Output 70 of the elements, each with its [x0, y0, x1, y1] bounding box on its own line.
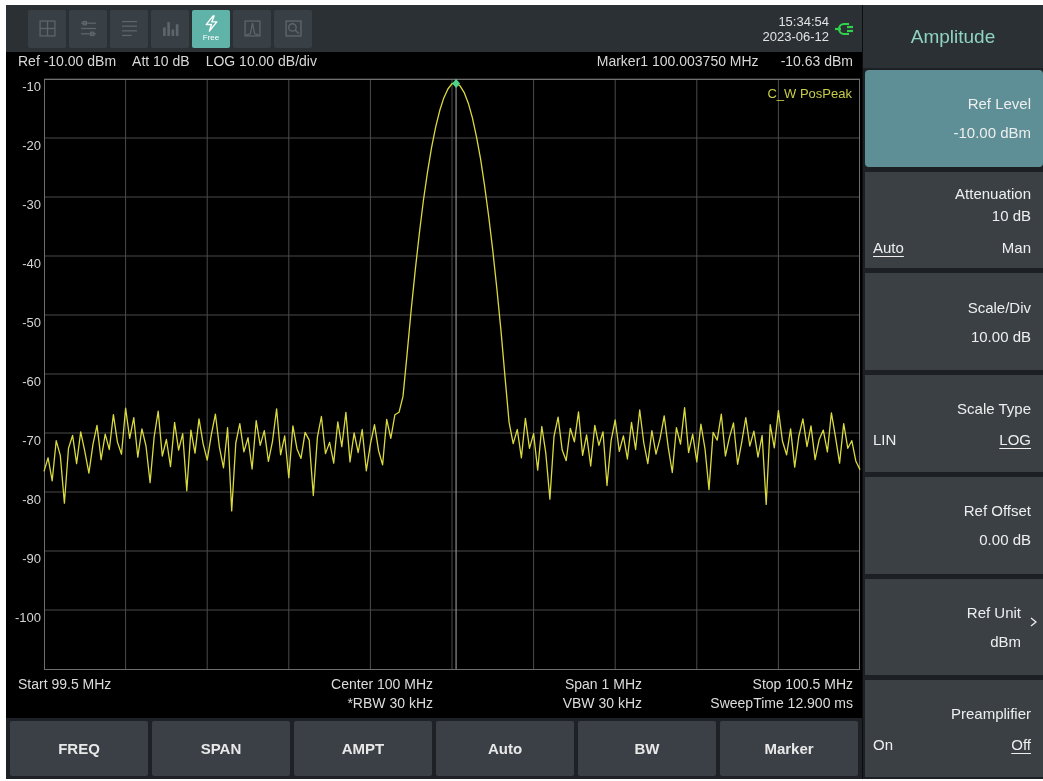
frequency-text: Center 100 MHz: [331, 675, 433, 694]
softkey-value: -10.00 dBm: [953, 124, 1031, 142]
function-button[interactable]: Auto: [436, 721, 574, 776]
softkey-label: Attenuation: [955, 184, 1031, 202]
toolbar-button[interactable]: [233, 9, 271, 48]
softkey-button[interactable]: Scale/Div 10.00 dB: [865, 273, 1043, 371]
softkey-button[interactable]: Ref Unit dBm: [865, 578, 1043, 676]
peak-icon: [243, 20, 261, 37]
axis-label: -50: [22, 315, 41, 330]
softkey-value: 10 dB: [991, 206, 1031, 224]
list-icon: [120, 20, 138, 37]
chevron-right-icon: [1030, 616, 1037, 627]
softkey-label: Ref Unit: [966, 603, 1021, 621]
softkey-button[interactable]: Preamplifier On Off: [865, 680, 1043, 778]
option-label[interactable]: LOG: [999, 430, 1031, 448]
toolbar-button[interactable]: [274, 9, 312, 48]
magnifier-icon: [284, 20, 302, 37]
frequency-text: VBW 30 kHz: [562, 694, 642, 713]
softkey-value: dBm: [990, 632, 1021, 650]
menu-title: Amplitude: [863, 5, 1043, 68]
option-label[interactable]: LIN: [873, 430, 897, 448]
axis-label: -100: [14, 610, 41, 625]
option-label[interactable]: Auto: [873, 238, 904, 256]
axis-label: -70: [22, 433, 41, 448]
setting-text: Ref -10.00 dBm: [18, 52, 117, 70]
frequency-text: SweepTime 12.900 ms: [710, 694, 853, 713]
axis-label: -90: [22, 551, 41, 566]
function-button[interactable]: AMPT: [294, 721, 432, 776]
grid-icon: [38, 20, 56, 37]
softkey-label: Ref Offset: [963, 502, 1031, 520]
softkey-button[interactable]: Scale Type LIN LOG: [865, 375, 1043, 472]
softkey-button[interactable]: Ref Offset 0.00 dB: [865, 476, 1043, 574]
softkey-label: Scale Type: [957, 399, 1031, 417]
clock-date: 2023-06-12: [762, 28, 829, 44]
axis-label: -40: [22, 256, 41, 271]
function-button[interactable]: SPAN: [152, 721, 290, 776]
setting-text: LOG 10.00 dB/div: [205, 52, 317, 70]
softkey-button[interactable]: Attenuation 10 dB Auto Man: [865, 171, 1043, 269]
marker-frequency: Marker1 100.003750 MHz: [596, 52, 759, 70]
frequency-text: Span 1 MHz: [564, 675, 642, 694]
clock-time: 15:34:54: [778, 13, 829, 29]
function-button[interactable]: FREQ: [10, 721, 148, 776]
axis-label: -10: [22, 79, 41, 94]
option-label[interactable]: Man: [1001, 238, 1031, 256]
sliders-icon: [79, 20, 97, 37]
option-label[interactable]: On: [873, 735, 893, 753]
axis-label: -80: [22, 492, 41, 507]
option-label[interactable]: Off: [1011, 735, 1031, 753]
softkey-value: 10.00 dB: [970, 327, 1031, 345]
frequency-text: Start 99.5 MHz: [18, 675, 112, 694]
setting-text: Att 10 dB: [132, 52, 190, 70]
plug-icon: [834, 21, 854, 36]
softkey-label: Scale/Div: [967, 298, 1031, 316]
softkey-label: Ref Level: [967, 95, 1031, 113]
function-button[interactable]: BW: [578, 721, 716, 776]
axis-label: -60: [22, 374, 41, 389]
toolbar-button[interactable]: [28, 9, 66, 48]
frequency-text: *RBW 30 kHz: [347, 694, 433, 713]
toolbar-button[interactable]: [151, 9, 189, 48]
toolbar-button[interactable]: [69, 9, 107, 48]
axis-label: -20: [22, 138, 41, 153]
softkey-value: 0.00 dB: [979, 531, 1031, 549]
marker-level: -10.63 dBm: [780, 52, 853, 70]
axis-label: -30: [22, 197, 41, 212]
lightning-icon: [202, 15, 220, 32]
function-button[interactable]: Marker: [720, 721, 858, 776]
softkey-label: Preamplifier: [950, 704, 1031, 722]
toolbar-button[interactable]: [110, 9, 148, 48]
frequency-text: Stop 100.5 MHz: [752, 675, 853, 694]
bars-icon: [161, 20, 179, 37]
